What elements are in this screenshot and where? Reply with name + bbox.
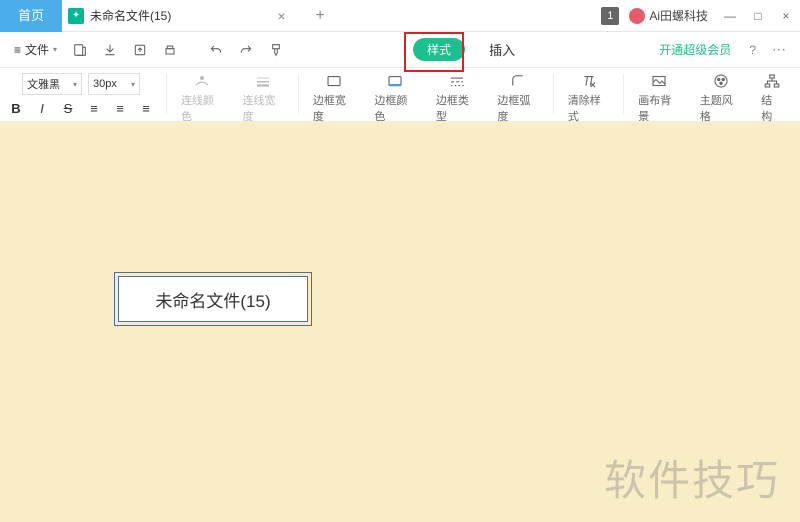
- font-size-select[interactable]: 30px ▾: [88, 73, 140, 95]
- italic-button[interactable]: I: [32, 97, 52, 119]
- line-width-button[interactable]: 连线宽度: [232, 72, 294, 124]
- font-group: 文雅黑 ▾ 30px ▾ B I S ≡ ≡ ≡: [0, 72, 162, 120]
- user-account[interactable]: Ai田螺科技: [629, 7, 708, 24]
- line-width-label: 连线宽度: [242, 92, 284, 124]
- border-width-label: 边框宽度: [313, 92, 355, 124]
- notification-badge[interactable]: 1: [601, 7, 619, 25]
- strikethrough-button[interactable]: S: [58, 97, 78, 119]
- canvas-area[interactable]: 未命名文件(15) 软件技巧: [0, 122, 800, 522]
- bold-button[interactable]: B: [6, 97, 26, 119]
- canvas-bg-button[interactable]: 画布背景: [628, 72, 690, 124]
- file-tab[interactable]: ✦ 未命名文件(15) ×: [62, 0, 296, 32]
- new-button[interactable]: [67, 37, 93, 63]
- export-button[interactable]: [127, 37, 153, 63]
- minimize-button[interactable]: —: [716, 9, 744, 23]
- separator: [166, 74, 167, 114]
- close-tab-button[interactable]: ×: [277, 8, 285, 24]
- style-tab[interactable]: 样式: [413, 38, 465, 61]
- root-node-text: 未命名文件(15): [155, 287, 270, 312]
- align-right-button[interactable]: ≡: [136, 97, 156, 119]
- menu-bar: ≡ 文件 ▾ 样式 插入 开通超级会员 ? ⋯: [0, 32, 800, 68]
- separator: [623, 74, 624, 114]
- save-button[interactable]: [97, 37, 123, 63]
- hamburger-icon: ≡: [14, 43, 21, 57]
- structure-label: 结构: [761, 92, 782, 124]
- border-type-button[interactable]: 边框类型: [426, 72, 488, 124]
- border-radius-label: 边框弧度: [497, 92, 539, 124]
- border-radius-button[interactable]: 边框弧度: [487, 72, 549, 124]
- maximize-button[interactable]: □: [744, 9, 772, 23]
- avatar-icon: [629, 8, 645, 24]
- file-tab-label: 未命名文件(15): [90, 7, 171, 24]
- font-size-value: 30px: [93, 78, 117, 90]
- font-family-select[interactable]: 文雅黑 ▾: [22, 73, 82, 95]
- border-type-label: 边框类型: [436, 92, 478, 124]
- print-button[interactable]: [157, 37, 183, 63]
- close-window-button[interactable]: ×: [772, 9, 800, 23]
- canvas-bg-label: 画布背景: [638, 92, 680, 124]
- chevron-down-icon: ▾: [73, 80, 77, 89]
- file-menu-label: 文件: [25, 41, 49, 58]
- border-color-label: 边框颜色: [374, 92, 416, 124]
- structure-button[interactable]: 结构: [751, 72, 792, 124]
- format-painter-button[interactable]: [263, 37, 289, 63]
- font-family-value: 文雅黑: [27, 76, 60, 92]
- document-icon: ✦: [68, 8, 84, 24]
- chevron-down-icon: ▾: [131, 80, 135, 89]
- window-controls: — □ ×: [716, 9, 800, 23]
- separator: [553, 74, 554, 114]
- theme-style-label: 主题风格: [700, 92, 742, 124]
- clear-style-button[interactable]: 清除样式: [558, 72, 620, 124]
- watermark-text: 软件技巧: [604, 447, 780, 508]
- redo-button[interactable]: [233, 37, 259, 63]
- user-name: Ai田螺科技: [649, 7, 708, 24]
- clear-style-label: 清除样式: [568, 92, 610, 124]
- toolbar: 文雅黑 ▾ 30px ▾ B I S ≡ ≡ ≡ 连线颜色 连线宽度 边框宽度: [0, 68, 800, 122]
- theme-style-button[interactable]: 主题风格: [690, 72, 752, 124]
- chevron-down-icon: ▾: [53, 45, 57, 54]
- line-color-label: 连线颜色: [181, 92, 223, 124]
- root-node[interactable]: 未命名文件(15): [118, 276, 308, 322]
- file-menu[interactable]: ≡ 文件 ▾: [8, 41, 63, 58]
- align-left-button[interactable]: ≡: [84, 97, 104, 119]
- member-link[interactable]: 开通超级会员: [659, 41, 731, 58]
- separator: [298, 74, 299, 114]
- align-center-button[interactable]: ≡: [110, 97, 130, 119]
- line-color-button[interactable]: 连线颜色: [171, 72, 233, 124]
- undo-button[interactable]: [203, 37, 229, 63]
- border-color-button[interactable]: 边框颜色: [364, 72, 426, 124]
- home-tab[interactable]: 首页: [0, 0, 62, 32]
- insert-tab[interactable]: 插入: [473, 35, 531, 64]
- help-button[interactable]: ?: [743, 43, 762, 57]
- border-width-button[interactable]: 边框宽度: [303, 72, 365, 124]
- title-bar: 首页 ✦ 未命名文件(15) × + 1 Ai田螺科技 — □ ×: [0, 0, 800, 32]
- more-button[interactable]: ⋯: [766, 41, 792, 58]
- add-tab-button[interactable]: +: [316, 7, 325, 25]
